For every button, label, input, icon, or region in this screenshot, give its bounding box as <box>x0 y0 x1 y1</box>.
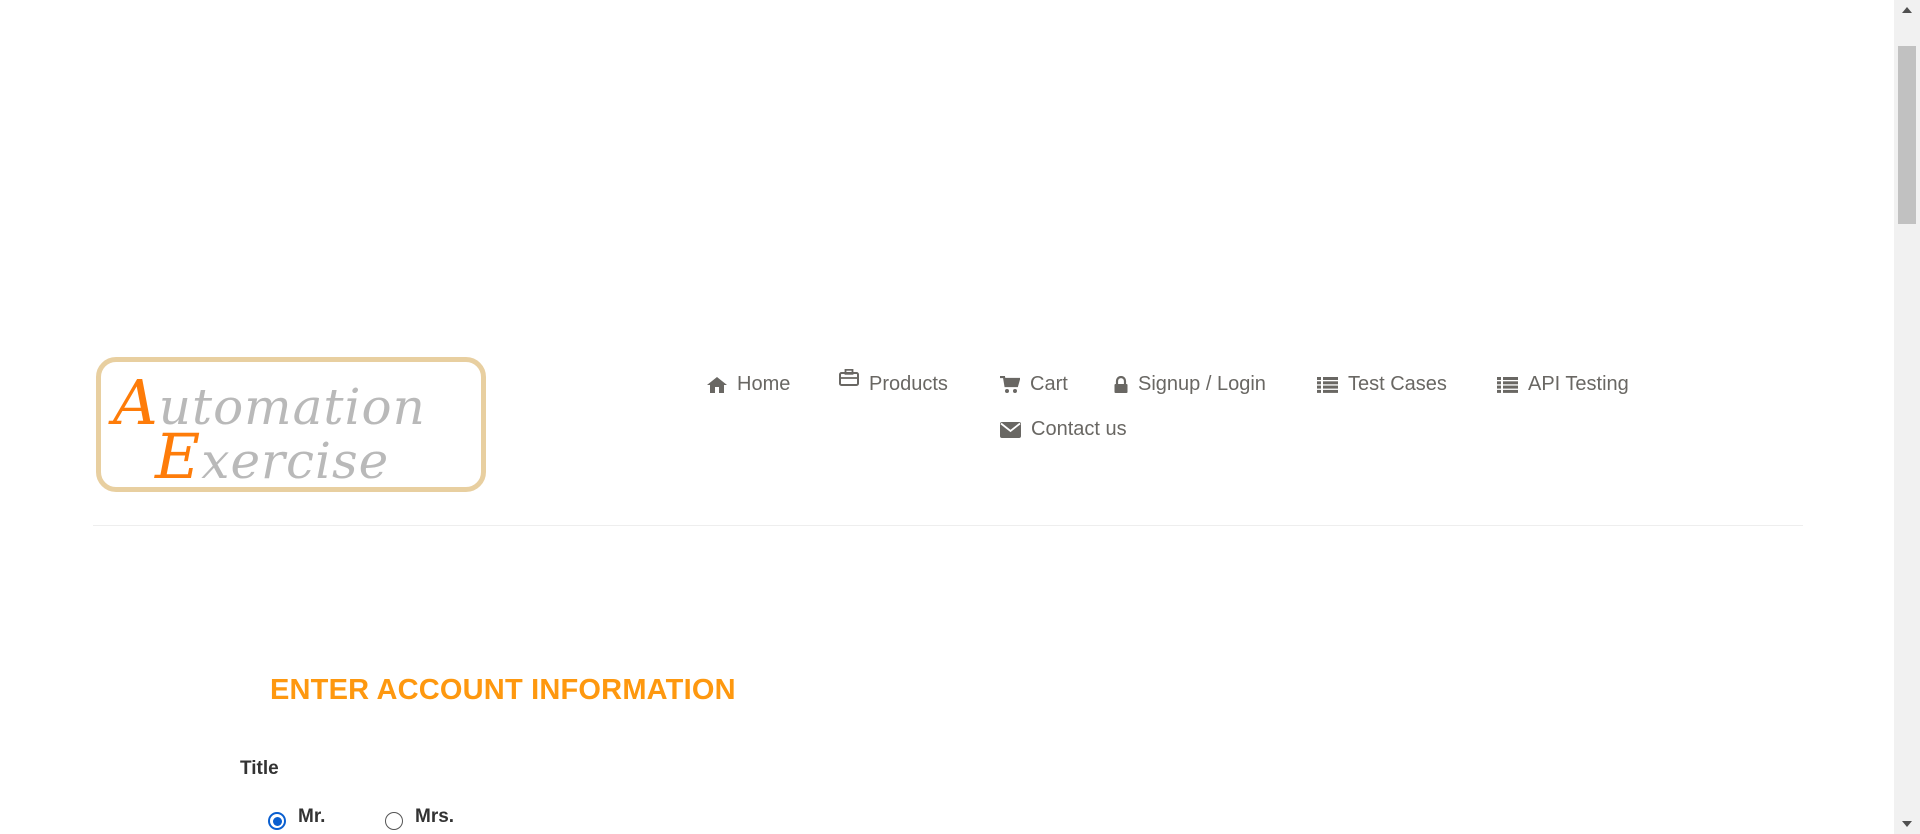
radio-label-mr: Mr. <box>298 806 326 827</box>
nav-cart[interactable]: Cart <box>1000 373 1068 396</box>
radio-label-mrs: Mrs. <box>415 806 455 827</box>
home-icon <box>707 376 727 393</box>
scroll-up-arrow-icon[interactable] <box>1894 0 1920 20</box>
nav-label-api-testing: API Testing <box>1528 373 1629 395</box>
list-icon <box>1497 376 1518 393</box>
nav-home[interactable]: Home <box>707 373 790 396</box>
nav-contact-us[interactable]: Contact us <box>1000 418 1127 441</box>
vertical-scrollbar[interactable] <box>1894 0 1920 834</box>
title-option-mrs[interactable]: Mrs. <box>385 806 455 830</box>
logo-cap-e: E <box>155 420 202 493</box>
nav-signup-login[interactable]: Signup / Login <box>1114 373 1266 396</box>
form-heading: ENTER ACCOUNT INFORMATION <box>270 674 736 706</box>
lock-icon <box>1114 376 1128 393</box>
nav-label-test-cases: Test Cases <box>1348 373 1447 395</box>
envelope-icon <box>1000 421 1021 438</box>
radio-mrs[interactable] <box>385 812 403 830</box>
nav-label-contact-us: Contact us <box>1031 418 1127 440</box>
briefcase-icon <box>839 369 859 386</box>
header-divider <box>93 525 1803 526</box>
title-label: Title <box>240 758 279 779</box>
nav-api-testing[interactable]: API Testing <box>1497 373 1629 396</box>
nav-label-cart: Cart <box>1030 373 1068 395</box>
cart-icon <box>1000 375 1020 394</box>
nav-test-cases[interactable]: Test Cases <box>1317 373 1447 396</box>
scroll-down-arrow-icon[interactable] <box>1894 814 1920 834</box>
nav-products[interactable]: Products <box>839 369 948 395</box>
scrollbar-thumb[interactable] <box>1898 46 1916 224</box>
page: Automation Exercise Home Products Cart S… <box>0 0 1894 834</box>
nav-label-home: Home <box>737 373 791 395</box>
title-option-mr[interactable]: Mr. <box>268 806 326 830</box>
nav-label-signup-login: Signup / Login <box>1138 373 1266 395</box>
list-icon <box>1317 376 1338 393</box>
logo-line-2: Exercise <box>155 420 389 493</box>
site-logo[interactable]: Automation Exercise <box>96 357 486 493</box>
logo-text-exercise: xercise <box>201 432 390 490</box>
nav-label-products: Products <box>869 373 948 395</box>
logo-cap-a: A <box>113 366 159 439</box>
radio-mr[interactable] <box>268 812 286 830</box>
